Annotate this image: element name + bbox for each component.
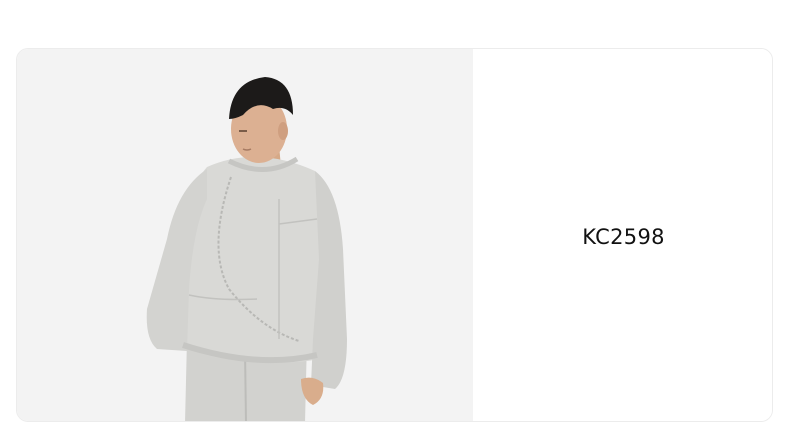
product-info-panel: KC2598 — [473, 49, 772, 421]
product-image[interactable] — [17, 49, 473, 421]
product-photo-illustration — [146, 77, 347, 421]
product-card[interactable]: KC2598 — [16, 48, 773, 422]
product-sku: KC2598 — [582, 225, 665, 249]
